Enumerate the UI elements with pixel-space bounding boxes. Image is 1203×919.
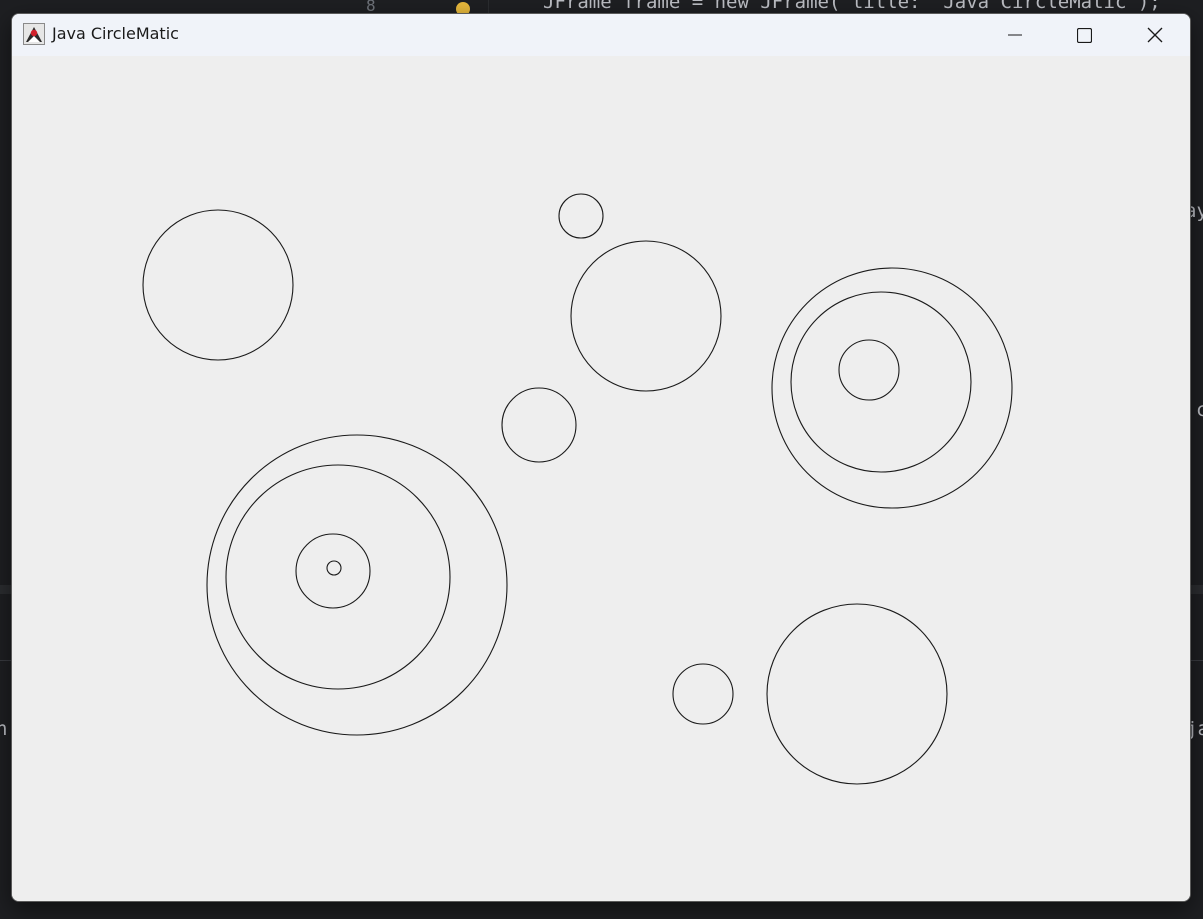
window-title: Java CircleMatic bbox=[52, 24, 179, 43]
title-bar[interactable]: Java CircleMatic bbox=[12, 14, 1190, 56]
circle bbox=[838, 339, 900, 401]
circle bbox=[672, 663, 734, 725]
ide-fragment: c bbox=[1196, 399, 1203, 421]
circle bbox=[142, 209, 294, 361]
circle bbox=[326, 560, 342, 576]
ide-fragment: n bbox=[0, 718, 8, 740]
ide-code-line: JFrame frame = new JFrame( title: "Java … bbox=[0, 0, 1203, 14]
app-window: Java CircleMatic bbox=[11, 13, 1191, 902]
circle bbox=[206, 434, 508, 736]
minimize-button[interactable] bbox=[980, 14, 1050, 56]
java-duke-icon bbox=[23, 23, 45, 45]
drawing-canvas[interactable] bbox=[12, 56, 1190, 901]
circle bbox=[771, 267, 1013, 509]
maximize-icon bbox=[1076, 27, 1092, 43]
ide-code-text: JFrame frame = new JFrame( title: "Java … bbox=[543, 0, 1161, 13]
circle bbox=[295, 533, 371, 609]
circle bbox=[501, 387, 577, 463]
close-button[interactable] bbox=[1120, 14, 1190, 56]
close-icon bbox=[1147, 27, 1163, 43]
circle bbox=[225, 464, 451, 690]
circle bbox=[790, 291, 972, 473]
circle bbox=[558, 193, 604, 239]
circle bbox=[766, 603, 948, 785]
circle bbox=[570, 240, 722, 392]
maximize-button[interactable] bbox=[1049, 14, 1119, 56]
circles-drawing bbox=[142, 193, 1013, 785]
minimize-icon bbox=[1008, 34, 1022, 36]
